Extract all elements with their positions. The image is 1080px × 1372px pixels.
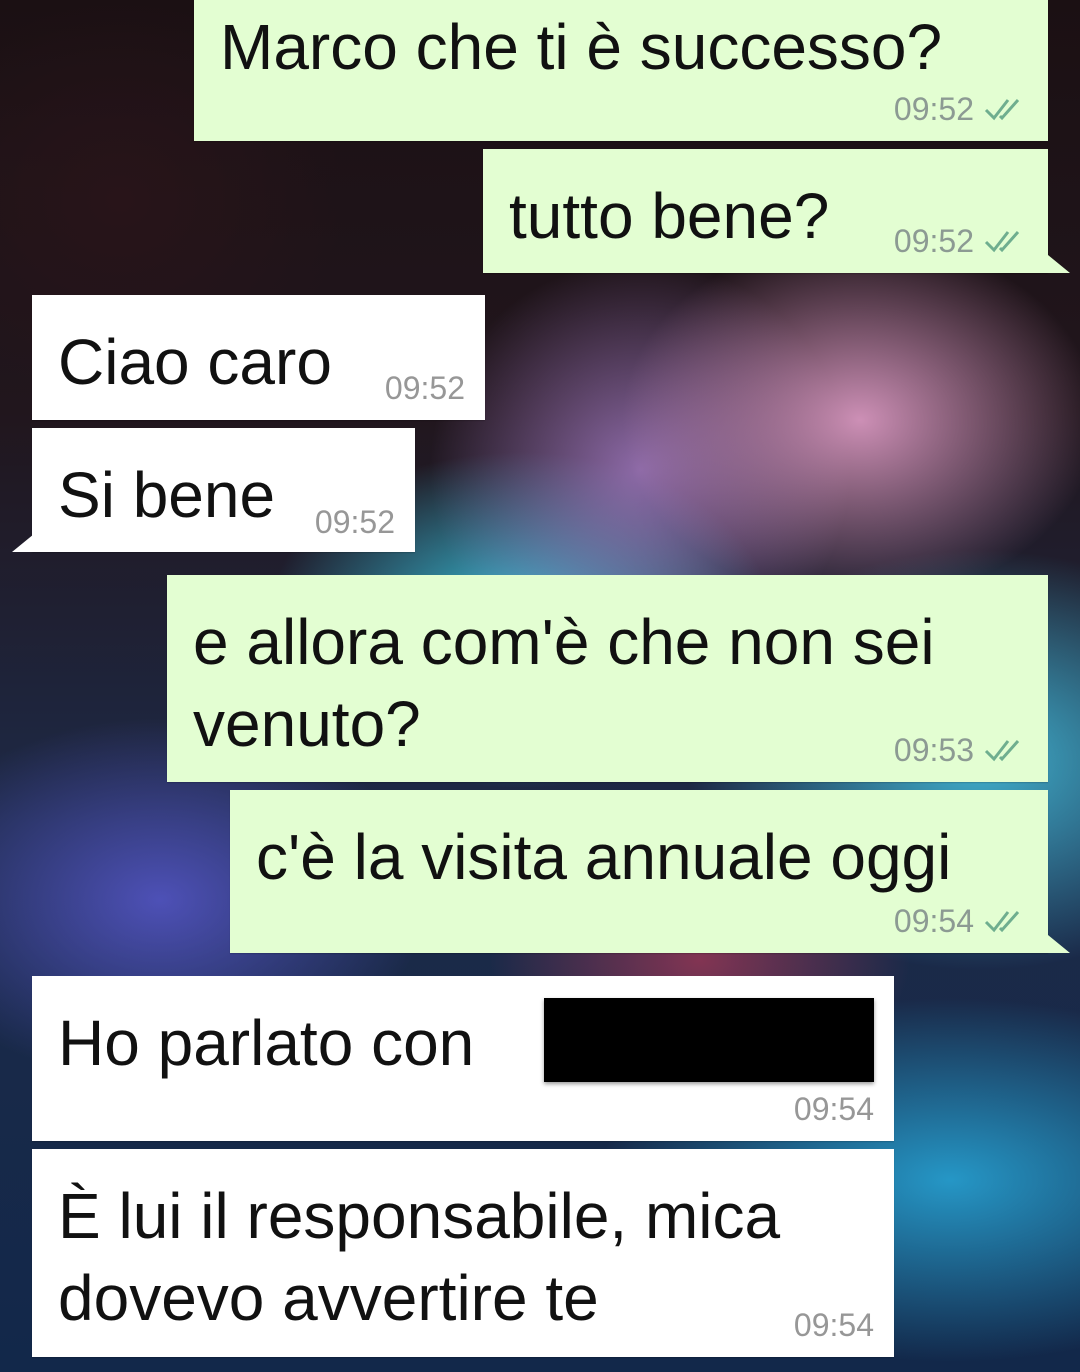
redaction-box bbox=[544, 998, 874, 1082]
message-text-line-2: dovevo avvertire te bbox=[58, 1262, 599, 1334]
message-time: 09:52 bbox=[893, 223, 974, 259]
message-text: Ho parlato con bbox=[58, 1007, 475, 1079]
message-meta: 09:53 bbox=[894, 732, 1028, 768]
message-time: 09:52 bbox=[893, 91, 974, 127]
message-time: 09:53 bbox=[893, 732, 974, 768]
message-text: Ciao caro bbox=[58, 326, 332, 398]
message-meta: 09:52 bbox=[385, 370, 465, 406]
message-meta: 09:52 bbox=[315, 504, 395, 540]
message-bubble-incoming[interactable]: È lui il responsabile, mica dovevo avver… bbox=[32, 1149, 894, 1357]
message-time: 09:54 bbox=[793, 1091, 874, 1127]
message-bubble-incoming[interactable]: Ho parlato con 09:54 bbox=[32, 976, 894, 1141]
message-meta: 09:54 bbox=[794, 1307, 874, 1343]
message-time: 09:54 bbox=[893, 903, 974, 939]
message-text: Si bene bbox=[58, 459, 276, 531]
message-text: c'è la visita annuale oggi bbox=[256, 821, 952, 893]
message-time: 09:54 bbox=[793, 1307, 874, 1343]
message-meta: 09:52 bbox=[894, 223, 1028, 259]
double-check-icon bbox=[984, 99, 1020, 121]
bubble-tail bbox=[12, 534, 34, 552]
message-bubble-incoming[interactable]: Si bene 09:52 bbox=[32, 428, 415, 552]
message-meta: 09:52 bbox=[894, 91, 1028, 127]
double-check-icon bbox=[984, 231, 1020, 253]
message-meta: 09:54 bbox=[794, 1091, 874, 1127]
message-time: 09:52 bbox=[314, 504, 395, 540]
bubble-tail bbox=[1048, 935, 1070, 953]
message-meta: 09:54 bbox=[894, 903, 1028, 939]
double-check-icon bbox=[984, 740, 1020, 762]
double-check-icon bbox=[984, 911, 1020, 933]
message-text: tutto bene? bbox=[509, 180, 830, 252]
message-time: 09:52 bbox=[384, 370, 465, 406]
message-text-line-1: e allora com'è che non sei bbox=[193, 606, 935, 678]
bubble-tail bbox=[1048, 255, 1070, 273]
message-bubble-outgoing[interactable]: c'è la visita annuale oggi 09:54 bbox=[230, 790, 1048, 953]
message-bubble-outgoing[interactable]: Marco che ti è successo? 09:52 bbox=[194, 0, 1048, 141]
message-bubble-outgoing[interactable]: e allora com'è che non sei venuto? 09:53 bbox=[167, 575, 1048, 782]
message-text-line-1: È lui il responsabile, mica bbox=[58, 1180, 781, 1252]
message-bubble-incoming[interactable]: Ciao caro 09:52 bbox=[32, 295, 485, 420]
message-bubble-outgoing[interactable]: tutto bene? 09:52 bbox=[483, 149, 1048, 273]
message-text-line-2: venuto? bbox=[193, 688, 421, 760]
message-text: Marco che ti è successo? bbox=[220, 11, 943, 83]
